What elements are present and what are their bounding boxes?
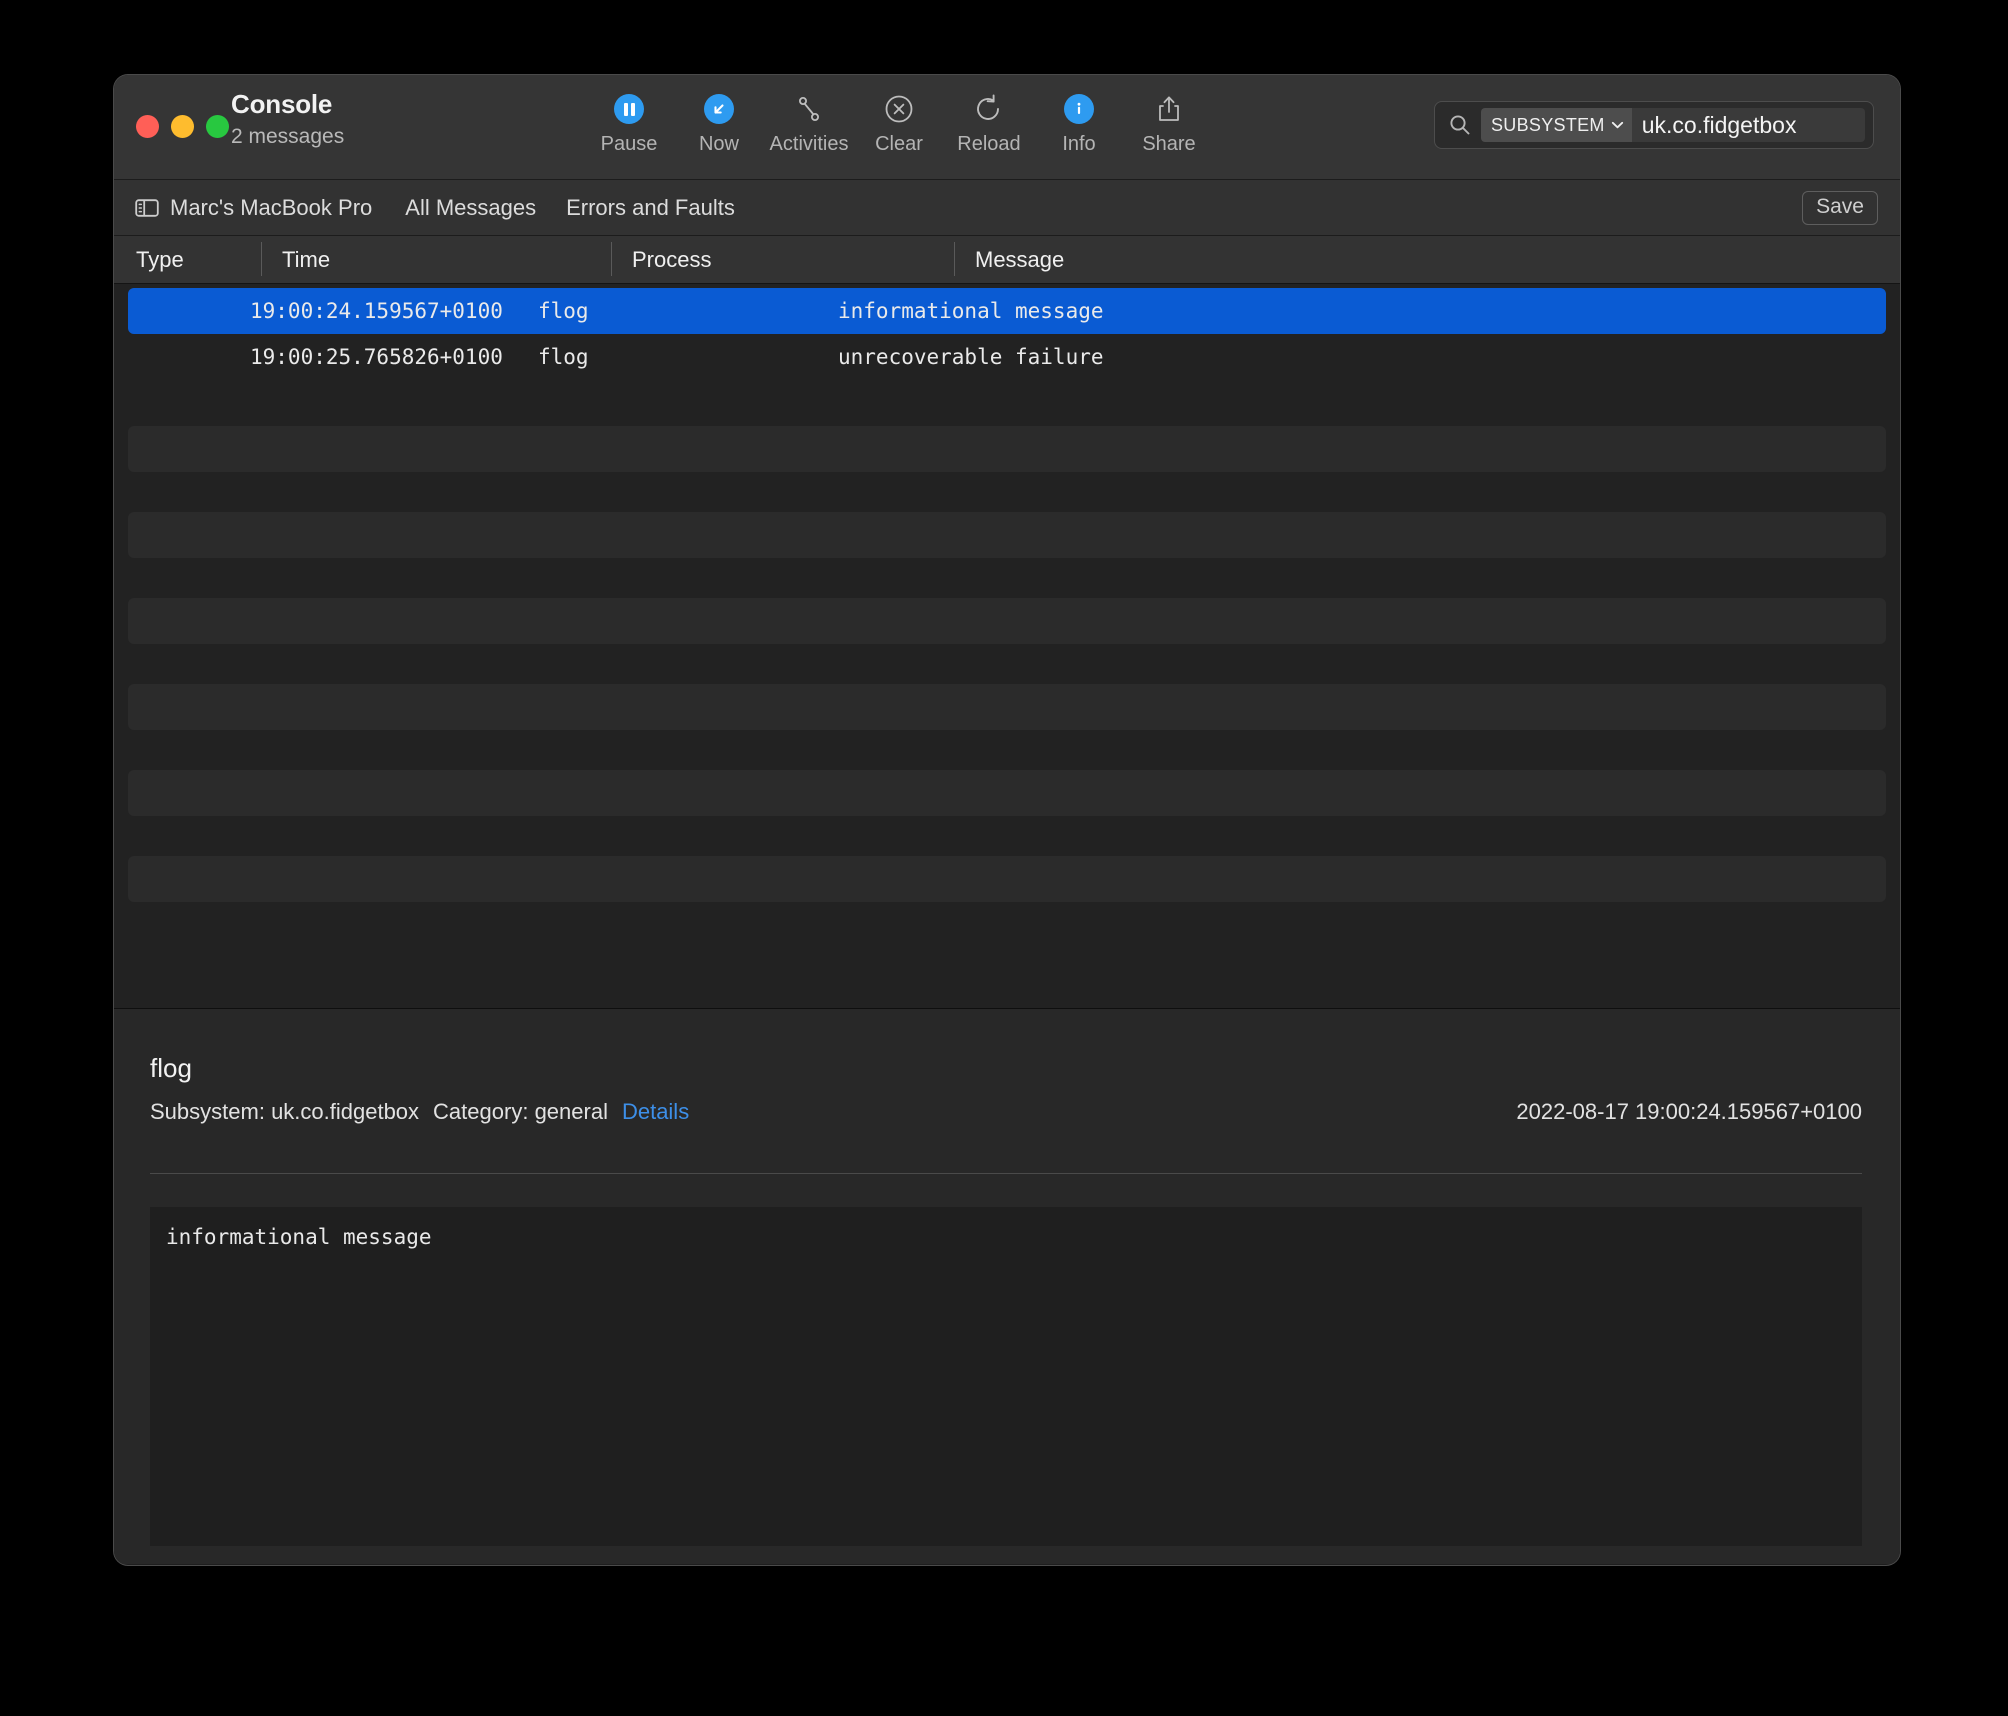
- activities-icon: [793, 89, 825, 129]
- sidebar-toggle-icon[interactable]: [134, 197, 160, 219]
- page-title: Console: [231, 89, 344, 120]
- detail-meta: Subsystem: uk.co.fidgetbox Category: gen…: [150, 1099, 689, 1125]
- reload-icon: [973, 89, 1005, 129]
- now-button-label: Now: [699, 133, 739, 156]
- close-button[interactable]: [136, 115, 159, 138]
- search-input-wrap[interactable]: uk.co.fidgetbox: [1632, 108, 1865, 142]
- search-input[interactable]: uk.co.fidgetbox: [1642, 112, 1797, 139]
- activities-button[interactable]: Activities: [764, 83, 854, 156]
- share-button[interactable]: Share: [1124, 83, 1214, 156]
- table-row-empty: [128, 512, 1886, 558]
- divider: [150, 1173, 1862, 1174]
- activities-button-label: Activities: [770, 133, 849, 156]
- clear-button-label: Clear: [875, 133, 923, 156]
- title-block: Console 2 messages: [231, 89, 344, 149]
- cell-process: flog: [538, 345, 589, 369]
- column-divider[interactable]: [954, 242, 955, 276]
- column-header-process[interactable]: Process: [632, 247, 711, 273]
- minimize-button[interactable]: [171, 115, 194, 138]
- filter-bar: Marc's MacBook Pro All Messages Errors a…: [114, 180, 1900, 236]
- info-button[interactable]: Info: [1034, 83, 1124, 156]
- search-filter-token[interactable]: SUBSYSTEM: [1481, 108, 1632, 142]
- message-count: 2 messages: [231, 125, 344, 149]
- table-row-empty: [128, 598, 1886, 644]
- cell-time: 19:00:24.159567+0100: [250, 299, 503, 323]
- chevron-down-icon: [1611, 120, 1624, 130]
- now-button[interactable]: Now: [674, 83, 764, 156]
- pause-icon: [614, 89, 644, 129]
- table-row-empty: [128, 770, 1886, 816]
- pause-button-label: Pause: [601, 133, 658, 156]
- search-icon: [1447, 112, 1473, 138]
- table-header: Type Time Process Message: [114, 236, 1900, 284]
- sidebar-item-device[interactable]: Marc's MacBook Pro: [134, 195, 372, 221]
- column-header-message[interactable]: Message: [975, 247, 1064, 273]
- tab-errors-and-faults[interactable]: Errors and Faults: [566, 195, 735, 221]
- tab-all-messages-label: All Messages: [405, 195, 536, 221]
- share-icon: [1153, 89, 1185, 129]
- search-filter-token-label: SUBSYSTEM: [1491, 115, 1605, 136]
- detail-subsystem-label: Subsystem:: [150, 1099, 265, 1125]
- table-row[interactable]: 19:00:24.159567+0100 flog informational …: [128, 288, 1886, 334]
- details-link[interactable]: Details: [622, 1099, 689, 1125]
- detail-subsystem-value: uk.co.fidgetbox: [271, 1099, 419, 1125]
- cell-message: informational message: [838, 299, 1104, 323]
- table-row[interactable]: 19:00:25.765826+0100 flog unrecoverable …: [128, 334, 1886, 380]
- reload-button-label: Reload: [957, 133, 1020, 156]
- cell-message: unrecoverable failure: [838, 345, 1104, 369]
- table-row-empty: [128, 684, 1886, 730]
- search-field[interactable]: SUBSYSTEM uk.co.fidgetbox: [1434, 101, 1874, 149]
- info-button-label: Info: [1062, 133, 1095, 156]
- column-divider[interactable]: [611, 242, 612, 276]
- info-circle-icon: [1064, 89, 1094, 129]
- column-header-type[interactable]: Type: [136, 247, 184, 273]
- clear-button[interactable]: Clear: [854, 83, 944, 156]
- detail-message-body[interactable]: informational message: [150, 1207, 1862, 1546]
- log-table[interactable]: 19:00:24.159567+0100 flog informational …: [114, 284, 1900, 1008]
- column-divider[interactable]: [261, 242, 262, 276]
- zoom-button[interactable]: [206, 115, 229, 138]
- detail-category-value: general: [535, 1099, 608, 1125]
- detail-pane: flog Subsystem: uk.co.fidgetbox Category…: [114, 1008, 1900, 1564]
- detail-message-text: informational message: [166, 1225, 1846, 1249]
- detail-category-label: Category:: [433, 1099, 528, 1125]
- table-row-empty: [128, 856, 1886, 902]
- now-arrow-icon: [704, 89, 734, 129]
- titlebar: Console 2 messages Pause Now: [114, 75, 1900, 180]
- reload-button[interactable]: Reload: [944, 83, 1034, 156]
- cell-process: flog: [538, 299, 589, 323]
- table-row-empty: [128, 426, 1886, 472]
- save-button[interactable]: Save: [1802, 191, 1878, 225]
- device-name-label: Marc's MacBook Pro: [170, 195, 372, 221]
- detail-process-title: flog: [150, 1053, 192, 1084]
- console-window: Console 2 messages Pause Now: [114, 75, 1900, 1565]
- clear-x-circle-icon: [883, 89, 915, 129]
- cell-time: 19:00:25.765826+0100: [250, 345, 503, 369]
- column-header-time[interactable]: Time: [282, 247, 330, 273]
- share-button-label: Share: [1142, 133, 1195, 156]
- toolbar: Pause Now: [584, 83, 1214, 156]
- pause-button[interactable]: Pause: [584, 83, 674, 156]
- tab-all-messages[interactable]: All Messages: [405, 195, 536, 221]
- tab-errors-and-faults-label: Errors and Faults: [566, 195, 735, 221]
- detail-timestamp: 2022-08-17 19:00:24.159567+0100: [1516, 1099, 1862, 1125]
